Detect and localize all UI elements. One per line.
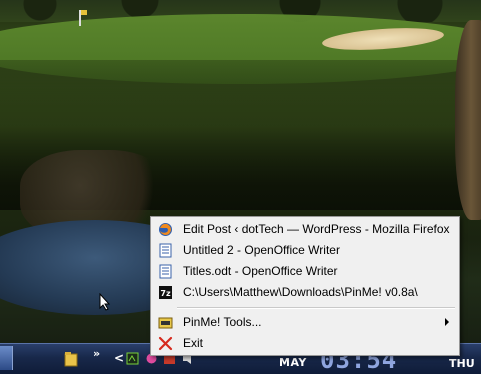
tray-expand-icon[interactable]: < (114, 351, 124, 365)
mouse-pointer-icon (99, 293, 111, 311)
quicklaunch-chevron-icon[interactable]: » (93, 347, 100, 360)
pinme-tools-icon (158, 317, 173, 329)
menu-item-label: Exit (183, 336, 204, 350)
7zip-icon: 7z (159, 286, 172, 299)
submenu-arrow-icon (445, 318, 449, 326)
menu-item-label: Titles.odt - OpenOffice Writer (183, 264, 338, 278)
clock-month: MAY (279, 356, 307, 369)
menu-item-label: Untitled 2 - OpenOffice Writer (183, 243, 340, 257)
menu-separator (177, 307, 455, 309)
openoffice-writer-icon (159, 243, 172, 258)
wallpaper-tree-trunk (455, 20, 481, 220)
exit-x-icon (158, 336, 173, 351)
openoffice-writer-icon (159, 264, 172, 279)
menu-item-window-titles[interactable]: Titles.odt - OpenOffice Writer (153, 261, 455, 282)
menu-item-label: Edit Post ‹ dotTech — WordPress - Mozill… (183, 222, 450, 236)
menu-item-window-untitled2[interactable]: Untitled 2 - OpenOffice Writer (153, 240, 455, 261)
wallpaper-flag (79, 10, 87, 26)
menu-item-pinme-tools[interactable]: PinMe! Tools... (153, 312, 455, 333)
folder-icon[interactable] (64, 351, 78, 367)
network-icon[interactable] (126, 352, 139, 365)
menu-item-exit[interactable]: Exit (153, 333, 455, 354)
menu-item-label: PinMe! Tools... (183, 315, 262, 329)
menu-item-window-firefox[interactable]: Edit Post ‹ dotTech — WordPress - Mozill… (153, 219, 455, 240)
pinme-context-menu: Edit Post ‹ dotTech — WordPress - Mozill… (150, 216, 460, 356)
menu-item-window-7zip[interactable]: 7z C:\Users\Matthew\Downloads\PinMe! v0.… (153, 282, 455, 303)
menu-item-label: C:\Users\Matthew\Downloads\PinMe! v0.8a\ (183, 285, 418, 299)
start-button[interactable] (0, 346, 13, 370)
svg-text:7z: 7z (160, 289, 171, 298)
clock-weekday: THU (449, 357, 475, 370)
firefox-icon (159, 223, 172, 236)
